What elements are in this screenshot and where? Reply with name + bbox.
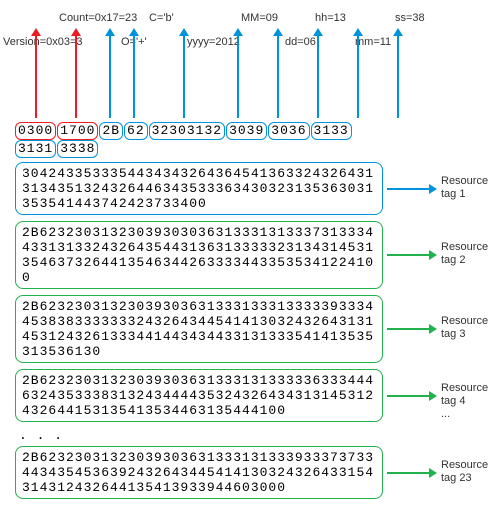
block-label: Resourcetag 2 bbox=[441, 241, 500, 267]
up-arrow-icon bbox=[237, 28, 239, 118]
up-arrow-icon bbox=[133, 28, 135, 118]
hex-block: 2B62323031323039303631333131333336333444… bbox=[15, 369, 485, 422]
header-hex-group: 3133 bbox=[311, 122, 352, 140]
block-label: Resourcetag 1 bbox=[441, 175, 500, 201]
header-hex-group: 32303132 bbox=[149, 122, 225, 140]
ellipsis: . . . bbox=[19, 428, 485, 443]
up-arrow-icon bbox=[183, 28, 185, 118]
header-hex-group: 3338 bbox=[57, 140, 98, 158]
header-field-label: ss=38 bbox=[395, 12, 425, 24]
right-arrow-icon bbox=[387, 328, 437, 330]
up-arrow-icon bbox=[397, 28, 399, 118]
hex-block: 2B62323031323039303631333131333933373733… bbox=[15, 446, 485, 499]
header-hex-group: 1700 bbox=[57, 122, 98, 140]
header-field-label: dd=06 bbox=[285, 36, 316, 48]
block-label: Resourcetag 3 bbox=[441, 315, 500, 341]
block-label: Resourcetag 23 bbox=[441, 459, 500, 485]
hex-dump: 2B62323031323039303036313331313337313334… bbox=[15, 221, 383, 289]
hex-dump: 2B62323031323039303631333133313333393334… bbox=[15, 295, 383, 363]
header-field-label: mm=11 bbox=[355, 36, 391, 48]
header-field-label: Version=0x03=3 bbox=[3, 36, 83, 48]
header-field-label: Count=0x17=23 bbox=[59, 12, 137, 24]
up-arrow-icon bbox=[109, 28, 111, 118]
right-arrow-icon bbox=[387, 395, 437, 397]
block-label: Resourcetag 4... bbox=[441, 382, 500, 421]
hex-blocks: 3042433533354434343264364541363324326431… bbox=[5, 162, 495, 499]
right-arrow-icon bbox=[387, 472, 437, 474]
hex-diagram: Version=0x03=3Count=0x17=23O='+'C='b'yyy… bbox=[5, 10, 495, 499]
up-arrow-icon bbox=[357, 28, 359, 118]
hex-block: 2B62323031323039303036313331313337313334… bbox=[15, 221, 485, 289]
header-hex-group: 62 bbox=[124, 122, 148, 140]
header-labels: Version=0x03=3Count=0x17=23O='+'C='b'yyy… bbox=[5, 10, 495, 120]
right-arrow-icon bbox=[387, 188, 437, 190]
hex-dump: 2B62323031323039303631333131333336333444… bbox=[15, 369, 383, 422]
header-hex-group: 3036 bbox=[268, 122, 309, 140]
header-field-label: hh=13 bbox=[315, 12, 346, 24]
right-arrow-icon bbox=[387, 254, 437, 256]
hex-block: 2B62323031323039303631333133313333393334… bbox=[15, 295, 485, 363]
up-arrow-icon bbox=[317, 28, 319, 118]
header-hex-row: 030017002B6232303132303930363133 31313338 bbox=[15, 122, 375, 158]
up-arrow-icon bbox=[35, 28, 37, 118]
header-hex-group: 3131 bbox=[15, 140, 56, 158]
header-hex-group: 2B bbox=[99, 122, 123, 140]
header-field-label: C='b' bbox=[149, 12, 174, 24]
header-hex-group: 3039 bbox=[226, 122, 267, 140]
up-arrow-icon bbox=[75, 28, 77, 118]
header-field-label: MM=09 bbox=[241, 12, 278, 24]
header-field-label: yyyy=2012 bbox=[187, 36, 240, 48]
hex-dump: 3042433533354434343264364541363324326431… bbox=[15, 162, 383, 215]
hex-block: 3042433533354434343264364541363324326431… bbox=[15, 162, 485, 215]
header-hex-group: 0300 bbox=[15, 122, 56, 140]
hex-dump: 2B62323031323039303631333131333933373733… bbox=[15, 446, 383, 499]
up-arrow-icon bbox=[277, 28, 279, 118]
